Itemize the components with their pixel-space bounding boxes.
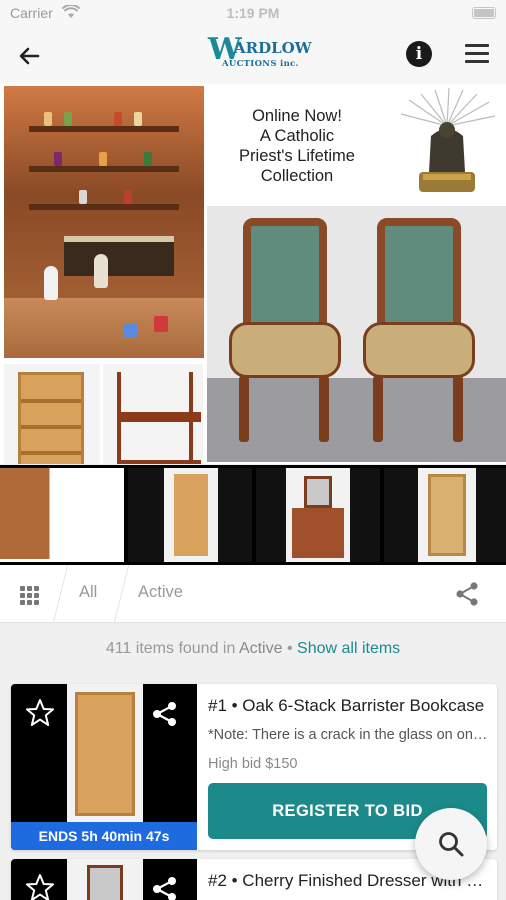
dollhouse-store-photo (4, 86, 204, 358)
chairs-photo (207, 206, 506, 462)
promo-panel: Online Now! A Catholic Priest's Lifetime… (207, 86, 387, 204)
star-icon[interactable] (25, 698, 55, 728)
search-button[interactable] (415, 808, 487, 880)
logo-subtitle: AUCTIONS inc. (222, 59, 299, 69)
thumbnail-strip[interactable] (0, 465, 506, 565)
show-all-items-link[interactable]: Show all items (297, 640, 400, 657)
logo-name: ARDLOW (234, 39, 312, 57)
battery-icon (472, 7, 496, 19)
lot-photo[interactable] (11, 859, 197, 900)
lot-title[interactable]: #1 • Oak 6-Stack Barrister Bookcase (208, 696, 488, 716)
share-icon[interactable] (151, 700, 179, 728)
tab-active[interactable]: Active (138, 583, 183, 602)
hero-carousel[interactable]: Online Now! A Catholic Priest's Lifetime… (0, 84, 506, 464)
promo-text: Online Now! A Catholic Priest's Lifetime… (239, 107, 355, 185)
lot-note: *Note: There is a crack in the glass on … (208, 727, 488, 743)
lot-high-bid: High bid $150 (208, 756, 298, 772)
thumbnail-dresser[interactable] (256, 468, 380, 562)
grid-view-icon[interactable] (20, 586, 40, 606)
hamburger-menu-icon[interactable] (465, 44, 489, 64)
back-arrow-icon[interactable] (16, 42, 44, 70)
results-count: 411 items found in Active • Show all ite… (105, 640, 401, 657)
statue-photo (389, 86, 506, 204)
star-icon[interactable] (25, 873, 55, 900)
status-bar: Carrier 1:19 PM (0, 0, 506, 26)
share-icon[interactable] (151, 875, 179, 900)
navigation-bar: W ARDLOW AUCTIONS inc. i (0, 26, 506, 84)
display-rack-photo (103, 364, 203, 464)
results-filter: Active (238, 640, 283, 657)
thumbnail-promo-collage[interactable] (0, 468, 124, 562)
info-icon[interactable]: i (406, 41, 432, 67)
tab-all[interactable]: All (79, 583, 97, 602)
thumbnail-curio-cabinet[interactable] (384, 468, 506, 562)
wardlow-logo: W ARDLOW AUCTIONS inc. (208, 34, 312, 70)
thumbnail-bookcase[interactable] (128, 468, 252, 562)
share-icon[interactable] (454, 581, 480, 607)
auction-countdown: ENDS 5h 40min 47s (11, 822, 197, 850)
barrister-bookcase-photo (4, 364, 100, 464)
filter-tab-bar: All Active (0, 565, 506, 623)
clock: 1:19 PM (226, 5, 280, 21)
lot-photo[interactable]: ENDS 5h 40min 47s (11, 684, 197, 850)
